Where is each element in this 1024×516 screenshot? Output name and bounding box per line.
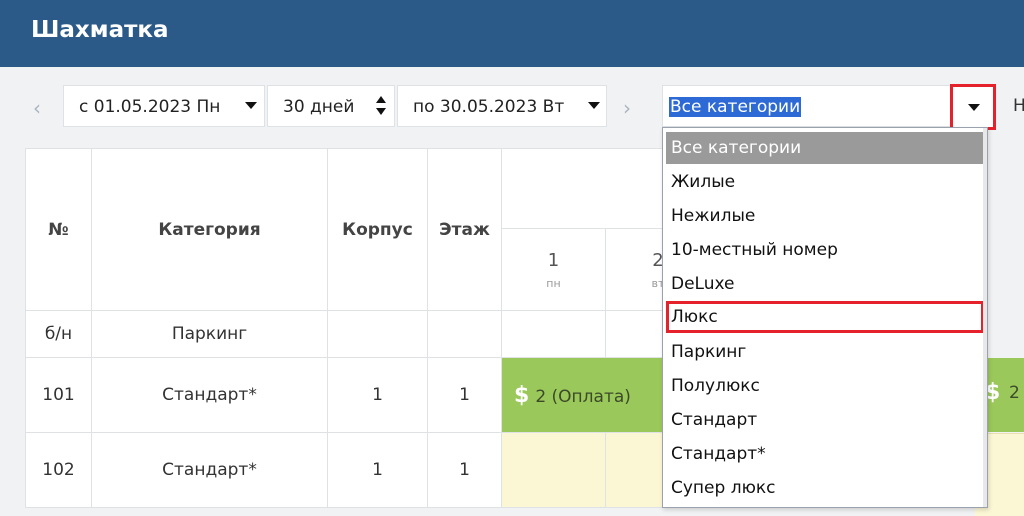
dropdown-option-nonresidential[interactable]: Нежилые <box>666 200 984 232</box>
dropdown-option-standard[interactable]: Стандарт <box>666 404 984 436</box>
app-header: Шахматка <box>0 0 1024 67</box>
day-cell[interactable] <box>501 310 606 358</box>
dropdown-option-lux[interactable]: Люкс <box>666 301 984 333</box>
row-category: Стандарт* <box>91 432 328 508</box>
row-category: Стандарт* <box>91 357 328 433</box>
stepper-down-icon[interactable] <box>376 108 386 115</box>
table-row[interactable]: 102 Стандарт* 1 1 <box>25 432 711 508</box>
column-header-num: № <box>25 148 92 311</box>
end-date-select[interactable]: по 30.05.2023 Вт <box>397 85 607 127</box>
dropdown-option-superlux[interactable]: Супер люкс <box>666 472 984 504</box>
dropdown-option-deluxe[interactable]: DeLuxe <box>666 268 984 300</box>
dropdown-option-10-bed[interactable]: 10-местный номер <box>666 234 984 266</box>
dropdown-option-all[interactable]: Все категории <box>666 132 984 164</box>
day-number: 1 <box>547 249 560 271</box>
chevron-down-icon <box>245 102 257 109</box>
row-num: 102 <box>25 432 92 508</box>
day-of-week: пн <box>546 276 561 290</box>
table-row[interactable]: 101 Стандарт* 1 1 $2 (Оплата) <box>25 357 711 433</box>
start-date-value: с 01.05.2023 Пн <box>79 97 221 117</box>
row-num: б/н <box>25 310 92 358</box>
dropdown-option-semilux[interactable]: Полулюкс <box>666 370 984 402</box>
dollar-icon: $ <box>514 382 530 408</box>
row-building: 1 <box>327 357 428 433</box>
row-floor: 1 <box>427 357 502 433</box>
day-cell[interactable] <box>501 432 606 508</box>
dropdown-scrollbar[interactable] <box>983 128 987 507</box>
booking-grid: № Категория Корпус Этаж 1 пн 2 вт б/н Па… <box>25 148 711 508</box>
booking-label: 2 <box>1009 383 1020 403</box>
category-dropdown-button[interactable] <box>950 84 996 130</box>
table-row[interactable]: б/н Паркинг <box>25 310 711 358</box>
page-title: Шахматка <box>31 17 169 43</box>
chevron-down-icon <box>588 102 600 109</box>
stepper-up-icon[interactable] <box>376 96 386 103</box>
row-floor: 1 <box>427 432 502 508</box>
dropdown-option-standard-star[interactable]: Стандарт* <box>666 438 984 470</box>
dropdown-option-parking[interactable]: Паркинг <box>666 336 984 368</box>
column-header-building: Корпус <box>327 148 428 311</box>
day-header-1: 1 пн <box>501 228 606 311</box>
row-floor <box>427 310 502 358</box>
end-date-value: по 30.05.2023 Вт <box>413 97 565 117</box>
category-select[interactable]: Все категории <box>662 84 996 130</box>
row-category: Паркинг <box>91 310 328 358</box>
truncated-label: Н <box>1013 96 1024 116</box>
duration-stepper[interactable]: 30 дней <box>267 85 395 127</box>
row-num: 101 <box>25 357 92 433</box>
column-header-category: Категория <box>91 148 328 311</box>
row-building <box>327 310 428 358</box>
category-selected-value: Все категории <box>669 97 802 117</box>
category-dropdown-list: Все категории Жилые Нежилые 10-местный н… <box>662 127 988 508</box>
column-header-floor: Этаж <box>427 148 502 311</box>
duration-value: 30 дней <box>283 97 355 117</box>
row-building: 1 <box>327 432 428 508</box>
start-date-select[interactable]: с 01.05.2023 Пн <box>63 85 265 127</box>
booking-label: 2 (Оплата) <box>535 386 631 407</box>
prev-period-arrow-icon[interactable]: ‹ <box>33 96 41 120</box>
dropdown-option-residential[interactable]: Жилые <box>666 166 984 198</box>
next-period-arrow-icon[interactable]: › <box>623 96 631 120</box>
chevron-down-icon <box>968 104 980 111</box>
